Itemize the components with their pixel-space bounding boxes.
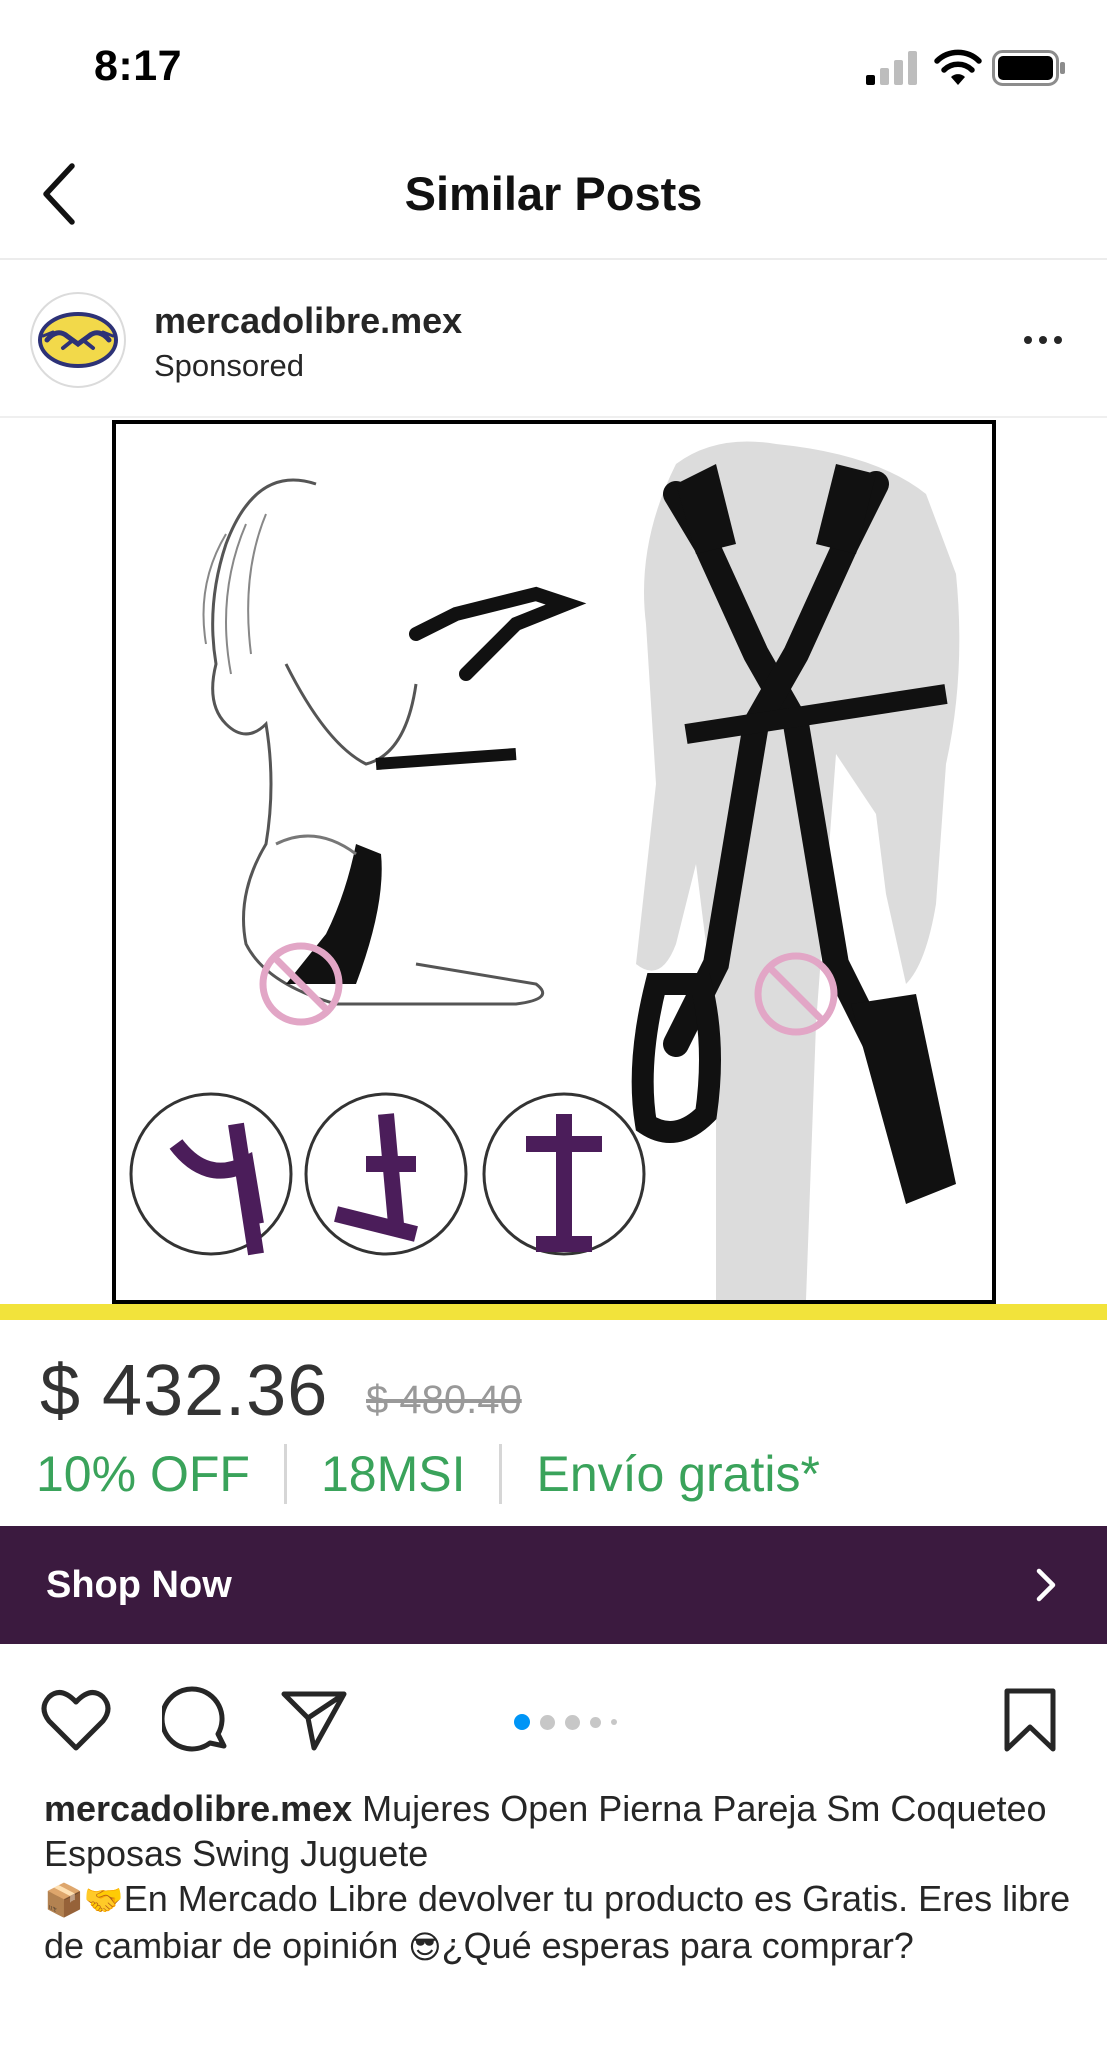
like-button[interactable]	[40, 1684, 112, 1756]
brand-strip	[0, 1304, 1107, 1320]
mercadolibre-logo	[38, 312, 118, 368]
battery-icon	[992, 50, 1065, 86]
ellipsis-icon	[1024, 336, 1032, 344]
status-time: 8:17	[94, 42, 183, 90]
shop-now-label: Shop Now	[46, 1563, 232, 1606]
save-button[interactable]	[994, 1684, 1066, 1756]
comment-icon	[162, 1686, 227, 1752]
account-name[interactable]: mercadolibre.mex	[154, 300, 462, 342]
carousel-dot	[540, 1714, 555, 1730]
ad-image[interactable]	[0, 420, 1107, 1320]
post-header: mercadolibre.mex Sponsored	[0, 262, 1107, 418]
avatar[interactable]	[30, 292, 126, 388]
carousel-dot	[565, 1714, 580, 1730]
price-section: $ 432.36 $ 480.40 10% OFF 18MSI Envío gr…	[0, 1320, 1107, 1526]
nav-header: Similar Posts	[0, 130, 1107, 260]
carousel-indicator	[514, 1714, 617, 1730]
more-options-button[interactable]	[1010, 318, 1076, 362]
share-icon	[281, 1691, 347, 1751]
caption-username[interactable]: mercadolibre.mex	[44, 1788, 352, 1829]
discount-label: 10% OFF	[36, 1446, 250, 1502]
package-handshake-emoji: 📦🤝	[44, 1882, 124, 1918]
installments-label: 18MSI	[320, 1446, 466, 1502]
original-price: $ 480.40	[366, 1378, 522, 1422]
current-price: $ 432.36	[40, 1351, 329, 1431]
share-button[interactable]	[278, 1684, 350, 1756]
divider	[283, 1444, 287, 1504]
sunglasses-emoji: 😎	[408, 1929, 442, 1965]
bookmark-icon	[1004, 1688, 1056, 1752]
heart-icon	[41, 1690, 111, 1751]
ellipsis-icon	[1039, 336, 1047, 344]
sponsored-label: Sponsored	[154, 348, 304, 383]
divider	[499, 1444, 503, 1504]
carousel-dot	[590, 1716, 601, 1728]
product-illustration	[129, 441, 960, 1300]
carousel-dot	[611, 1719, 617, 1725]
page-title: Similar Posts	[404, 167, 703, 220]
carousel-dot-active	[514, 1714, 530, 1730]
chevron-right-icon	[1036, 1568, 1056, 1602]
free-shipping-label: Envío gratis*	[536, 1446, 820, 1502]
product-image	[112, 420, 996, 1304]
shop-now-button[interactable]: Shop Now	[0, 1526, 1107, 1644]
promo-row: 10% OFF 18MSI Envío gratis*	[36, 1442, 820, 1506]
ellipsis-icon	[1054, 336, 1062, 344]
wifi-icon	[934, 49, 982, 85]
action-bar	[0, 1644, 1107, 1784]
caption-text: ¿Qué esperas para comprar?	[441, 1925, 914, 1966]
post-caption: mercadolibre.mex Mujeres Open Pierna Par…	[44, 1786, 1074, 1970]
status-bar: 8:17	[0, 0, 1107, 130]
comment-button[interactable]	[160, 1684, 232, 1756]
signal-icon	[866, 51, 917, 85]
